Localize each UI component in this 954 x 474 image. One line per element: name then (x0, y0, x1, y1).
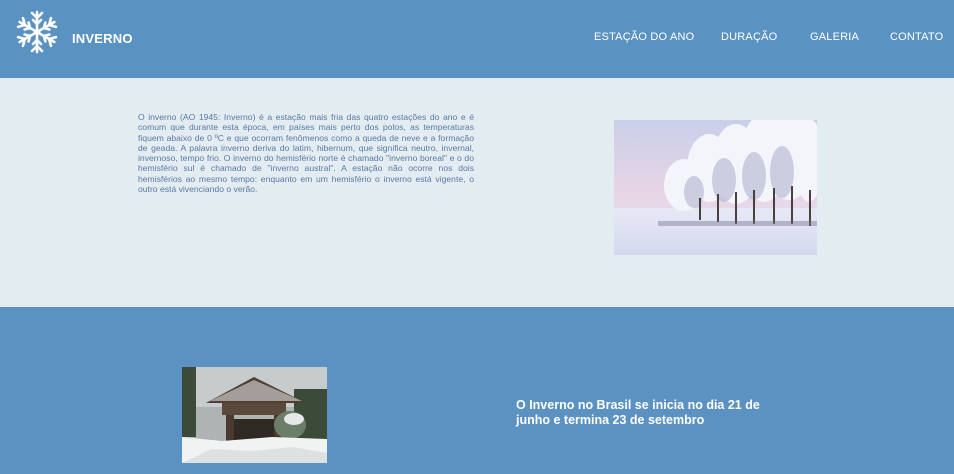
site-brand[interactable]: INVERNO (72, 31, 133, 46)
brasil-section: O Inverno no Brasil se inicia no dia 21 … (0, 307, 954, 474)
snowflake-icon[interactable] (14, 9, 60, 55)
snowy-gate-image (182, 367, 327, 463)
site-header: INVERNO ESTAÇÃO DO ANO DURAÇÃO GALERIA C… (0, 0, 954, 78)
nav-duracao[interactable]: DURAÇÃO (721, 31, 777, 43)
snowy-forest-image (614, 120, 817, 255)
intro-section: O inverno (AO 1945: Inverno) é a estação… (0, 78, 954, 307)
intro-paragraph: O inverno (AO 1945: Inverno) é a estação… (138, 112, 474, 195)
nav-contato[interactable]: CONTATO (890, 31, 943, 43)
nav-galeria[interactable]: GALERIA (810, 31, 859, 43)
brasil-info-text: O Inverno no Brasil se inicia no dia 21 … (516, 398, 760, 427)
nav-estacao-do-ano[interactable]: ESTAÇÃO DO ANO (594, 31, 694, 43)
